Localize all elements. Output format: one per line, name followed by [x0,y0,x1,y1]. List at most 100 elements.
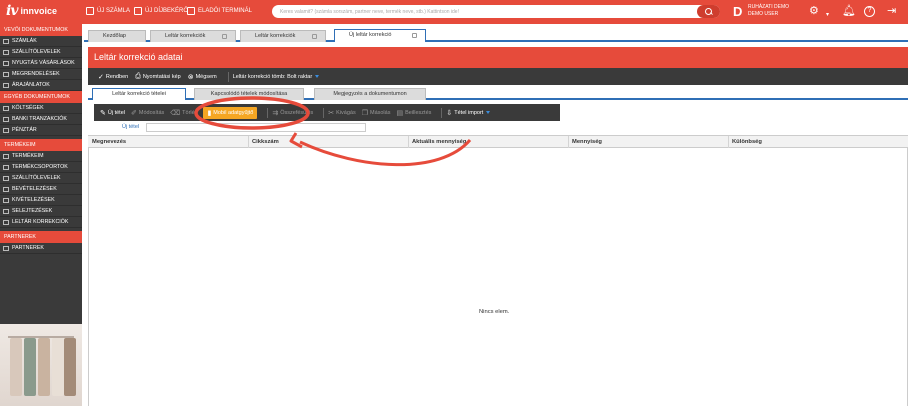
sidebar-item-receipts[interactable]: NYUGTÁS VÁSÁRLÁSOK [0,58,82,69]
bell-icon[interactable]: 🔔︎ [842,5,856,17]
sidebar: VEVŐI DOKUMENTUMOK SZÁMLÁK SZÁLLÍTÓLEVEL… [0,24,82,406]
edit-icon [86,7,94,15]
panel-title: Leltár korrekció adatai [88,47,908,68]
new-invoice-button[interactable]: ÚJ SZÁMLA [86,7,130,15]
sales-terminal-button[interactable]: ELADÓI TERMINÁL [187,7,252,15]
sidebar-item-product-groups[interactable]: TERMÉKCSOPORTOK [0,162,82,173]
tab-correction-items[interactable]: Leltár korrekció tételei [92,88,186,100]
sidebar-item-orders[interactable]: MEGRENDELÉSEK [0,69,82,80]
check-icon: ✓ [98,73,104,81]
innvoice-logo[interactable]: iv innvoice [6,3,57,19]
user-menu[interactable]: RUHÁZATI DEMO DEMO USER [748,4,789,18]
box-icon [3,153,9,159]
sidebar-item-expenses[interactable]: KÖLTSÉGEK [0,103,82,114]
tab-new-inventory-correction[interactable]: Új leltár korrekció [334,29,426,42]
grid-header: Megnevezés Cikkszám Aktuális mennyiség M… [88,136,908,148]
help-icon[interactable]: ? [864,6,875,17]
merge-icon: ⇉ [272,109,279,117]
delete-button[interactable]: ⌫ Törlés [170,109,197,117]
column-header-difference[interactable]: Különbség [732,139,762,145]
sidebar-item-cash-register[interactable]: PÉNZTÁR [0,125,82,136]
sidebar-item-partners[interactable]: PARTNEREK [0,243,82,254]
merge-button[interactable]: ⇉ Összefésülés [272,109,313,117]
document-icon [3,60,9,66]
sidebar-item-supplier-notes[interactable]: SZÁLLÍTÓLEVELEK [0,173,82,184]
edit-icon: ✎ [100,109,106,117]
sidebar-item-bank-transactions[interactable]: BANKI TRANZAKCIÓK [0,114,82,125]
top-bar: iv innvoice ÚJ SZÁMLA ÚJ DÍJBEKÉRŐ ELADÓ… [0,0,908,24]
column-header-current-qty[interactable]: Aktuális mennyiség [412,139,466,145]
sidebar-item-withdrawals[interactable]: KIVÉTELEZÉSEK [0,195,82,206]
copy-icon: ❐ [361,109,368,117]
scissors-icon: ✂ [328,109,335,117]
grid-body: Nincs elem. [88,148,908,406]
chevron-down-icon [486,111,491,114]
mobile-data-collector-button[interactable]: ▮ Mobil adatgyűjtő [203,106,258,119]
column-header-name[interactable]: Megnevezés [92,139,126,145]
box-icon [3,186,9,192]
new-proforma-button[interactable]: ÚJ DÍJBEKÉRŐ [134,7,188,15]
copy-button[interactable]: ❐ Másolás [362,109,391,117]
item-import-button[interactable]: ⇩ Tétel import [446,109,491,117]
sidebar-section-other-docs[interactable]: EGYÉB DOKUMENTUMOK [0,91,82,103]
new-item-button[interactable]: ✎ Új tétel [100,109,125,117]
tab-document-note[interactable]: Megjegyzés a dokumentumon [314,88,426,100]
box-icon [3,219,9,225]
tab-related-items[interactable]: Kapcsolódó tételek módosítása [194,88,304,100]
items-toolbar: ✎ Új tétel ✐ Módosítás ⌫ Törlés ▮ Mobil adat… [94,104,560,121]
logout-icon[interactable]: ⇥ [887,5,896,17]
print-preview-button[interactable]: ⎙ Nyomtatási kép [135,73,181,81]
sidebar-item-products[interactable]: TERMÉKEIM [0,151,82,162]
sidebar-section-products[interactable]: TERMÉKEIM [0,139,82,151]
cancel-button[interactable]: ⊗ Mégsem [188,73,217,81]
logo-mark: iv [6,3,18,19]
bank-icon [3,116,9,122]
new-item-row: Új tétel [94,123,366,132]
modify-button[interactable]: ✐ Módosítás [131,109,164,117]
block-selector[interactable]: Leltár korrekció tömb: Bolt raktar [233,74,320,80]
close-icon[interactable] [312,34,317,39]
document-icon [3,105,9,111]
global-search-input[interactable]: Keres valamit? (számla sorszám, partner … [272,5,720,18]
document-icon [3,82,9,88]
search-button[interactable] [697,5,720,18]
cut-button[interactable]: ✂ Kivágás [328,109,355,117]
inner-tab-bar: Leltár korrekció tételei Kapcsolódó téte… [88,86,908,100]
print-icon: ⎙ [135,72,141,80]
new-item-input[interactable] [146,123,366,132]
action-toolbar: ✓ Rendben ⎙ Nyomtatási kép ⊗ Mégsem Leltár … [88,68,908,85]
gear-icon[interactable]: ⚙ [809,5,819,17]
box-icon [3,208,9,214]
sidebar-item-delivery-notes[interactable]: SZÁLLÍTÓLEVELEK [0,47,82,58]
sidebar-item-inventory-corrections[interactable]: LELTÁR KORREKCIÓK [0,217,82,228]
sidebar-item-receivings[interactable]: BEVÉTELEZÉSEK [0,184,82,195]
close-icon[interactable] [222,34,227,39]
sidebar-item-invoices[interactable]: SZÁMLÁK [0,36,82,47]
avatar[interactable]: D [733,4,742,19]
sidebar-section-partners[interactable]: PARTNEREK [0,231,82,243]
document-icon [3,71,9,77]
clothing-rack-image [0,324,82,406]
chevron-down-icon[interactable]: ▾ [826,9,829,21]
paste-button[interactable]: ▤ Beillesztés [396,109,431,117]
empty-message: Nincs elem. [479,309,510,315]
new-item-label: Új tétel [122,124,140,130]
items-grid: Megnevezés Cikkszám Aktuális mennyiség M… [88,135,908,406]
document-icon [3,38,9,44]
tab-home[interactable]: Kezdőlap [88,30,146,42]
user-name: DEMO USER [748,11,779,17]
document-icon [3,49,9,55]
ok-button[interactable]: ✓ Rendben [98,73,128,81]
paste-icon: ▤ [396,109,404,117]
company-name: RUHÁZATI DEMO [748,4,790,10]
sidebar-section-customer-docs[interactable]: VEVŐI DOKUMENTUMOK [0,24,82,36]
column-header-qty[interactable]: Mennyiség [572,139,602,145]
cash-icon [3,127,9,133]
tab-inventory-corrections-1[interactable]: Leltár korrekciók [150,30,236,42]
tab-inventory-corrections-2[interactable]: Leltár korrekciók [240,30,326,42]
close-icon[interactable] [412,33,417,38]
sidebar-item-scrapping[interactable]: SELEJTEZÉSEK [0,206,82,217]
document-icon [3,175,9,181]
column-header-sku[interactable]: Cikkszám [252,139,279,145]
sidebar-item-quotes[interactable]: ÁRAJÁNLATOK [0,80,82,91]
